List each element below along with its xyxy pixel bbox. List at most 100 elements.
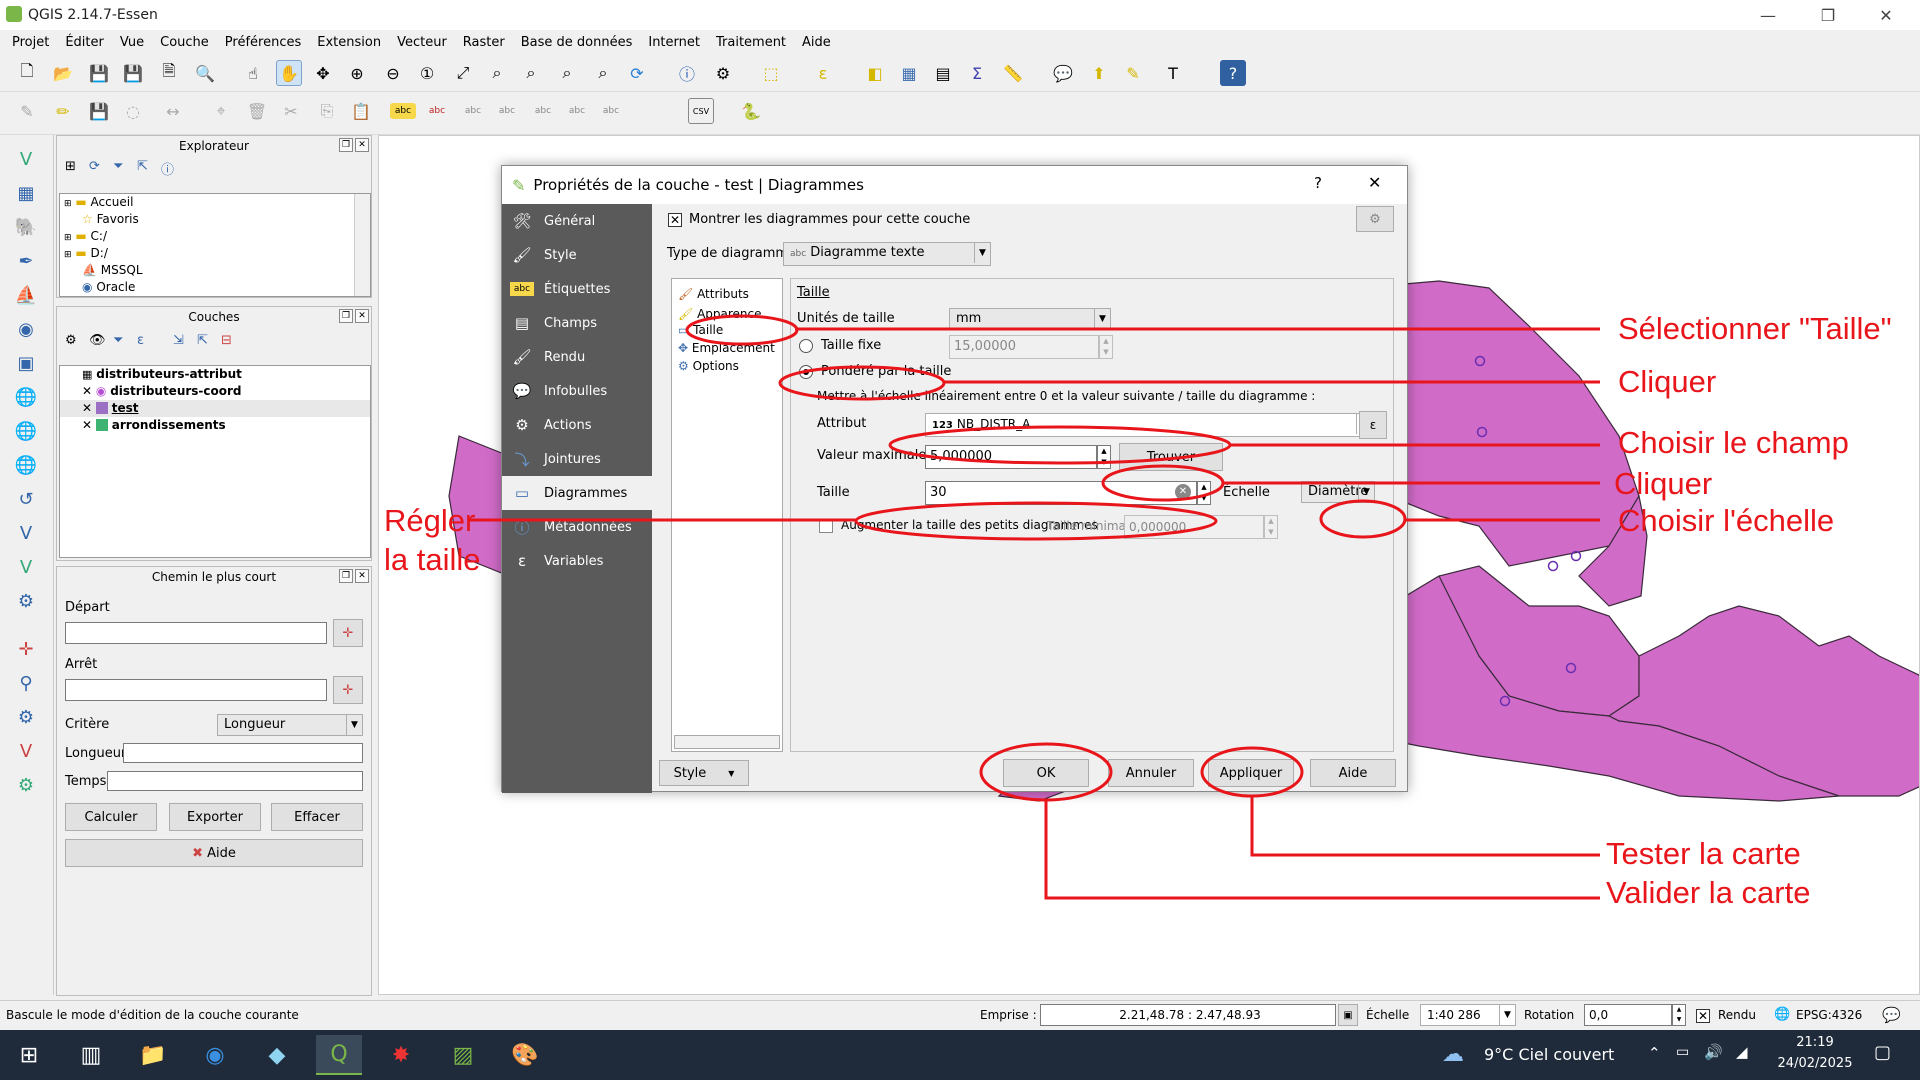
topology-icon[interactable]: ⚙ — [12, 703, 40, 731]
dialog-aide-button[interactable]: Aide — [1310, 759, 1396, 787]
layer-styling-icon[interactable]: ⚙ — [65, 333, 77, 348]
side-item-infobulles[interactable]: 💬 Infobulles — [502, 374, 652, 408]
menu-couche[interactable]: Couche — [152, 35, 217, 50]
render-checkbox[interactable]: ✕ — [1696, 1009, 1710, 1023]
effacer-button[interactable]: Effacer — [271, 803, 363, 831]
zoom-last-icon[interactable]: ⌕ — [554, 60, 580, 86]
layer-labeling-icon[interactable]: abc — [390, 103, 416, 119]
min-size-spinner[interactable]: ▲ ▼ — [1264, 515, 1278, 539]
size-spinner[interactable]: ▲ ▼ — [1197, 481, 1211, 505]
filter-legend-icon[interactable]: ⏷ — [113, 333, 123, 348]
trouver-button[interactable]: Trouver — [1119, 443, 1223, 471]
map-tips-icon[interactable]: ⚙ — [710, 60, 736, 86]
dialog-close-button[interactable]: ✕ — [1368, 173, 1381, 192]
composer-manager-icon[interactable]: 🔍 — [192, 60, 218, 86]
zoom-native-icon[interactable]: ① — [414, 60, 440, 86]
add-virtual-layer-icon[interactable]: V — [12, 519, 40, 547]
app-map-icon[interactable]: ▨ — [440, 1035, 486, 1075]
clock-time[interactable]: 21:19 — [1786, 1035, 1844, 1050]
temps-field[interactable] — [107, 771, 363, 791]
zoom-in-icon[interactable]: ⊕ — [344, 60, 370, 86]
refresh-icon[interactable]: ⟳ — [624, 60, 650, 86]
zoom-layer-icon[interactable]: ⌕ — [518, 60, 544, 86]
pin-label-icon[interactable]: abc — [460, 98, 486, 124]
subnav-scrollbar[interactable] — [674, 735, 780, 749]
side-item-general[interactable]: 🛠 Général — [502, 204, 652, 238]
add-postgis-icon[interactable]: 🐘 — [12, 213, 40, 241]
georeferencer-icon[interactable]: ✛ — [12, 635, 40, 663]
qgis-taskbar-icon[interactable]: Q — [316, 1035, 362, 1075]
firefox-icon[interactable]: ◉ — [192, 1035, 238, 1075]
show-hidden-icons-icon[interactable]: ⌃ — [1648, 1044, 1661, 1062]
cancel-button[interactable]: Annuler — [1108, 759, 1194, 787]
properties-icon[interactable]: ⓘ — [161, 159, 174, 178]
fixed-size-field[interactable]: 15,00000 — [949, 335, 1099, 359]
show-diagrams-checkbox[interactable]: ✕ — [668, 213, 682, 227]
pan-icon[interactable]: ✋ — [276, 60, 302, 86]
zoom-full-icon[interactable]: ⤢ — [450, 60, 476, 86]
app-red-icon[interactable]: ✸ — [378, 1035, 424, 1075]
app-icon[interactable]: ◆ — [254, 1035, 300, 1075]
add-wcs-icon[interactable]: 🌐 — [12, 417, 40, 445]
clock-date[interactable]: 24/02/2025 — [1766, 1056, 1864, 1071]
side-item-actions[interactable]: ⚙ Actions — [502, 408, 652, 442]
tree-item-c[interactable]: ⊞ ▬ C:/ — [60, 228, 370, 245]
add-wfs-icon[interactable]: 🌐 — [12, 451, 40, 479]
side-item-style[interactable]: 🖌 Style — [502, 238, 652, 272]
new-spatialite-icon[interactable]: ⚙ — [12, 587, 40, 615]
add-spatialite-icon[interactable]: ✒ — [12, 247, 40, 275]
cut-features-icon[interactable]: ✂ — [278, 98, 304, 124]
copy-features-icon[interactable]: ⎘ — [314, 98, 340, 124]
open-project-icon[interactable]: 📂 — [50, 60, 76, 86]
menu-internet[interactable]: Internet — [640, 35, 708, 50]
volume-icon[interactable]: 🔊 — [1704, 1043, 1723, 1061]
paint-icon[interactable]: 🎨 — [502, 1035, 548, 1075]
file-explorer-icon[interactable]: 📁 — [130, 1035, 176, 1075]
add-db2-icon[interactable]: ▣ — [12, 349, 40, 377]
layer-item[interactable]: ✕ ◉ distributeurs-coord — [60, 383, 370, 400]
menu-traitement[interactable]: Traitement — [708, 35, 794, 50]
dialog-help-button[interactable]: ? — [1314, 174, 1322, 192]
side-item-rendu[interactable]: 🖌 Rendu — [502, 340, 652, 374]
add-selected-icon[interactable]: ⊞ — [65, 159, 76, 174]
gps-icon[interactable]: ⚲ — [12, 669, 40, 697]
side-item-champs[interactable]: ▤ Champs — [502, 306, 652, 340]
fixed-size-radio[interactable] — [799, 339, 813, 353]
zoom-out-icon[interactable]: ⊖ — [380, 60, 406, 86]
side-item-metadonnees[interactable]: ⓘ Métadonnées — [502, 510, 652, 544]
select-by-expression-icon[interactable]: ε — [810, 60, 836, 86]
touch-zoom-icon[interactable]: ☝ — [240, 60, 266, 86]
min-size-field[interactable]: 0,000000 — [1124, 515, 1264, 539]
close-window-button[interactable]: ✕ — [1858, 0, 1914, 30]
weighted-size-radio[interactable] — [799, 365, 813, 379]
ok-button[interactable]: OK — [1003, 759, 1089, 787]
collapse-all-icon[interactable]: ⇱ — [137, 159, 148, 174]
subnav-attributs[interactable]: 🖌 Attributs — [678, 287, 749, 301]
maximize-button[interactable]: ❐ — [1800, 0, 1856, 30]
paste-features-icon[interactable]: 📋 — [348, 98, 374, 124]
weather-text[interactable]: 9°C Ciel couvert — [1484, 1045, 1614, 1064]
scale-select[interactable]: Diamètre ▼ — [1301, 481, 1375, 503]
depart-field[interactable] — [65, 622, 327, 644]
emprise-field[interactable]: 2.21,48.78 : 2.47,48.93 — [1040, 1004, 1336, 1026]
add-wms-icon[interactable]: 🌐 — [12, 383, 40, 411]
tree-item-favoris[interactable]: ☆ Favoris — [60, 211, 370, 228]
wifi-icon[interactable]: ◢ — [1736, 1043, 1748, 1061]
zoom-next-icon[interactable]: ⌕ — [590, 60, 616, 86]
close-panel-icon[interactable]: ✕ — [355, 569, 369, 583]
tree-item-oracle[interactable]: ◉ Oracle — [60, 279, 370, 296]
zoom-selection-icon[interactable]: ⌕ — [484, 60, 510, 86]
capture-start-icon[interactable]: ✛ — [333, 619, 363, 647]
expression-button[interactable]: ε — [1359, 411, 1387, 439]
capture-stop-icon[interactable]: ✛ — [333, 676, 363, 704]
critere-select[interactable]: Longueur ▼ — [217, 714, 363, 736]
fixed-size-spinner[interactable]: ▲ ▼ — [1099, 335, 1113, 359]
menu-raster[interactable]: Raster — [455, 35, 513, 50]
print-composer-icon[interactable]: 🗎 — [156, 60, 182, 86]
label-toolbar-icon[interactable]: T — [1160, 60, 1186, 86]
windows-start-icon[interactable]: ⊞ — [6, 1035, 52, 1075]
delete-selected-icon[interactable]: 🗑 — [244, 98, 270, 124]
crs-label[interactable]: EPSG:4326 — [1796, 1008, 1862, 1022]
new-project-icon[interactable]: 🗋 — [14, 60, 40, 86]
rotate-label-icon[interactable]: abc — [564, 98, 590, 124]
